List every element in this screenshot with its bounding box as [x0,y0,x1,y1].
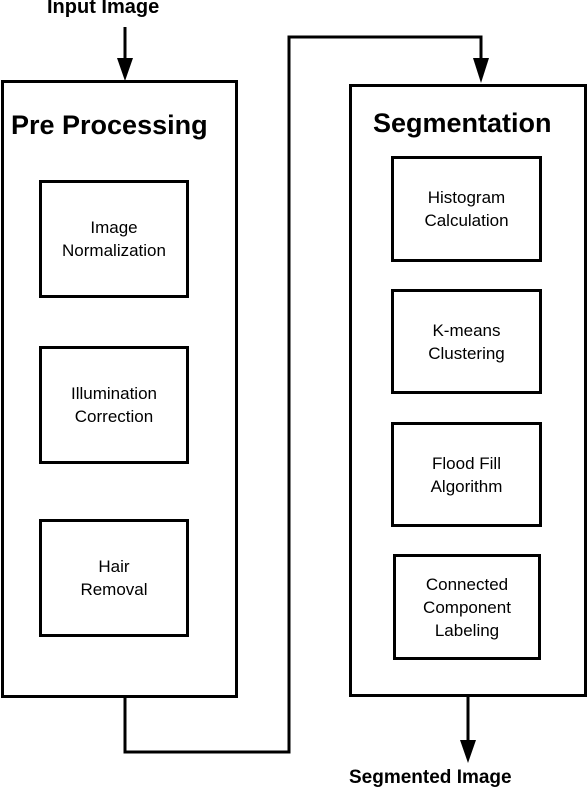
stage-title-preprocessing: Pre Processing [11,110,208,140]
step-illumination-correction: Illumination Correction [39,346,189,464]
step-hair-removal: Hair Removal [39,519,189,637]
input-arrow-head [117,58,133,81]
step-histogram-calculation: Histogram Calculation [391,156,542,262]
step-kmeans-clustering: K-means Clustering [391,289,542,394]
step-flood-fill-algorithm: Flood Fill Algorithm [391,422,542,527]
stage-title-segmentation: Segmentation [373,108,552,138]
step-connected-component-labeling: Connected Component Labeling [393,554,541,660]
input-label: Input Image [47,0,160,18]
output-arrow-head [460,740,476,763]
step-image-normalization: Image Normalization [39,180,189,298]
output-label: Segmented Image [349,767,512,788]
stage-connector-arrow-head [473,58,489,83]
